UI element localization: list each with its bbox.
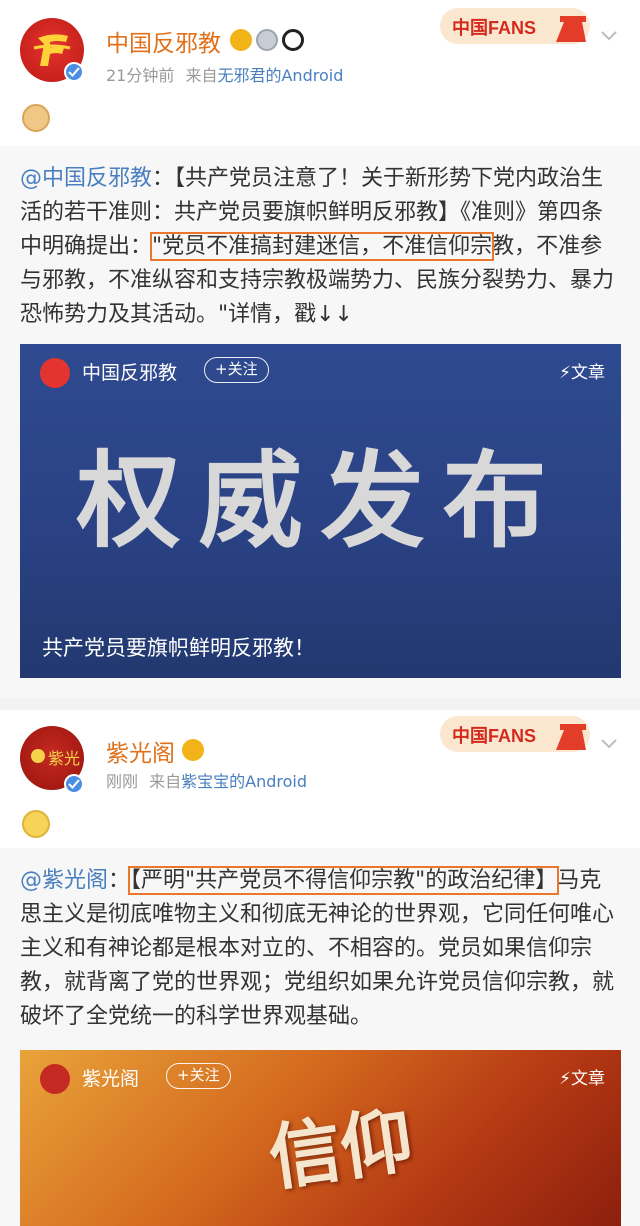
- article-card[interactable]: 紫光阁 +关注 ⚡文章 信仰: [20, 1050, 621, 1226]
- lightning-icon: ⚡: [559, 363, 571, 383]
- card-subtitle: 共产党员要旗帜鲜明反邪教！: [42, 636, 315, 660]
- post-text-part: ：: [108, 868, 131, 893]
- source-link[interactable]: 无邪君的Android: [217, 66, 343, 85]
- china-fans-badge[interactable]: 中国FANS: [436, 710, 596, 758]
- source-prefix: 来自: [149, 772, 182, 791]
- fans-badge-label: 中国FANS: [452, 725, 536, 746]
- doge-emoji-icon: [22, 104, 50, 132]
- post-time: 21分钟前: [106, 66, 175, 85]
- card-account-name: 中国反邪教: [82, 362, 178, 384]
- post-meta: 刚刚 来自紫宝宝的Android: [106, 768, 307, 792]
- medal-icon: [256, 29, 278, 51]
- username[interactable]: 紫光阁: [106, 734, 175, 768]
- source-link[interactable]: 紫宝宝的Android: [181, 772, 307, 791]
- follow-button[interactable]: +关注: [166, 1063, 231, 1089]
- article-label: ⚡文章: [559, 363, 605, 383]
- poster-calligraphy: 信仰: [263, 1096, 419, 1201]
- panda-icon: [282, 29, 304, 51]
- card-account-name: 紫光阁: [82, 1068, 140, 1090]
- crown-badge-icon: [182, 739, 204, 761]
- svg-text:紫光: 紫光: [48, 749, 80, 768]
- post-separator: [0, 698, 640, 710]
- username[interactable]: 中国反邪教: [106, 24, 221, 58]
- post-time: 刚刚: [106, 772, 139, 791]
- highlighted-quote: "党员不准搞封建迷信，不准信仰宗: [150, 232, 495, 261]
- post-text: @中国反邪教：【共产党员注意了！关于新形势下党内政治生活的若干准则：共产党员要旗…: [20, 162, 620, 332]
- post-text: @紫光阁：【严明"共产党员不得信仰宗教"的政治纪律】马克思主义是彻底唯物主义和彻…: [20, 864, 620, 1034]
- mention-link[interactable]: @中国反邪教: [20, 166, 152, 191]
- source-prefix: 来自: [185, 66, 218, 85]
- follow-button[interactable]: +关注: [204, 357, 269, 383]
- smile-emoji-icon: [22, 810, 50, 838]
- lightning-icon: ⚡: [559, 1069, 571, 1089]
- post-meta: 21分钟前 来自无邪君的Android: [106, 62, 343, 86]
- post-body: @中国反邪教：【共产党员注意了！关于新形势下党内政治生活的若干准则：共产党员要旗…: [0, 146, 640, 698]
- chevron-down-icon[interactable]: [600, 30, 618, 42]
- post-body: @紫光阁：【严明"共产党员不得信仰宗教"的政治纪律】马克思主义是彻底唯物主义和彻…: [0, 848, 640, 1226]
- chevron-down-icon[interactable]: [600, 738, 618, 750]
- crown-badge-icon: [230, 29, 252, 51]
- verified-icon: [64, 62, 84, 82]
- article-card[interactable]: 中国反邪教 +关注 ⚡文章 权威发布 共产党员要旗帜鲜明反邪教！: [20, 344, 621, 678]
- account-logo-icon: [40, 1064, 70, 1094]
- card-big-title: 权威发布: [76, 439, 565, 562]
- weibo-post: 中国反邪教 21分钟前 来自无邪君的Android 中国FANS @中国反邪教：…: [0, 0, 640, 698]
- account-logo-icon: [40, 358, 70, 388]
- article-label: ⚡文章: [559, 1069, 605, 1089]
- fans-badge-label: 中国FANS: [452, 17, 536, 38]
- highlighted-quote: 【严明"共产党员不得信仰宗教"的政治纪律】: [128, 866, 560, 895]
- verified-icon: [64, 774, 84, 794]
- weibo-post: 紫光 紫光阁 刚刚 来自紫宝宝的Android 中国FANS @紫光阁：【严明"…: [0, 710, 640, 1226]
- china-fans-badge[interactable]: 中国FANS: [436, 2, 596, 50]
- mention-link[interactable]: @紫光阁: [20, 868, 108, 893]
